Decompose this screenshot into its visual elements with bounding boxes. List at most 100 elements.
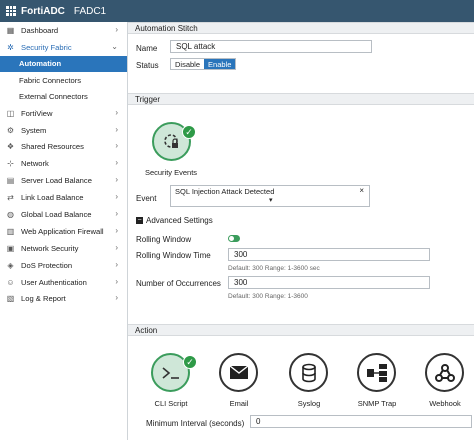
syslog-label: Syslog [297,399,321,408]
sidebar-subitem-external-connectors[interactable]: External Connectors [0,88,127,104]
sidebar-item-label: User Authentication [21,277,87,287]
min-interval-input[interactable]: 0 [250,415,472,428]
sidebar: ▦ Dashboard › ✲ Security Fabric ⌄ Automa… [0,22,128,440]
chevron-right-icon: › [115,209,118,219]
sidebar-item-label: Log & Report [21,294,66,304]
sidebar-item-label: Dashboard [21,25,59,35]
webhook-tile[interactable] [425,353,464,392]
sidebar-item-dashboard[interactable]: ▦ Dashboard › [0,22,127,39]
sidebar-item-system[interactable]: ⚙ System › [0,122,127,139]
snmp-trap-tile[interactable] [357,353,396,392]
advanced-settings-toggle[interactable]: − Advanced Settings [136,216,213,225]
sidebar-item-web-application-firewall[interactable]: ▥ Web Application Firewall › [0,223,127,240]
sidebar-item-label: FortiView [21,108,53,118]
email-tile[interactable] [219,353,258,392]
syslog-tile[interactable] [289,353,328,392]
chevron-right-icon: › [115,141,118,151]
sidebar-item-label: Security Fabric [21,42,72,52]
rolling-window-label: Rolling Window [136,235,192,244]
security-fabric-icon: ✲ [7,42,14,52]
network-icon: ⊹ [7,159,14,169]
email-label: Email [229,399,249,408]
server-load-balance-icon: ▤ [6,176,15,186]
close-icon[interactable]: × [359,186,364,195]
occurrences-input[interactable]: 300 [228,276,430,289]
chevron-right-icon: › [115,259,118,269]
name-label: Name [136,44,158,53]
chevron-right-icon: › [115,276,118,286]
collapse-icon: − [136,217,143,224]
event-select[interactable]: SQL Injection Attack Detected × ▾ [170,185,370,207]
sidebar-item-label: Server Load Balance [21,176,92,186]
device-name: FADC1 [73,5,107,17]
firewall-icon: ▥ [6,226,15,236]
sidebar-item-shared-resources[interactable]: ❖ Shared Resources › [0,138,127,155]
status-label: Status [136,61,159,70]
sidebar-item-security-fabric[interactable]: ✲ Security Fabric ⌄ [0,39,127,56]
rolling-window-time-input[interactable]: 300 [228,248,430,261]
chevron-right-icon: › [115,25,118,34]
event-label: Event [136,194,157,203]
advanced-settings-label: Advanced Settings [146,216,213,225]
user-icon: ☺ [6,277,15,287]
syslog-icon [301,363,316,382]
dashboard-icon: ▦ [6,25,15,35]
section-header-action: Action [128,324,474,336]
fortinet-logo-icon [6,6,16,16]
main-panel: Automation Stitch Name SQL attack Status… [128,22,474,440]
snmp-trap-label: SNMP Trap [357,399,397,408]
sidebar-item-label: System [21,125,47,135]
sidebar-item-server-load-balance[interactable]: ▤ Server Load Balance › [0,172,127,189]
rolling-window-time-label: Rolling Window Time [136,251,211,260]
sidebar-item-label: DoS Protection [21,260,73,270]
status-enable-option[interactable]: Enable [204,59,236,69]
webhook-icon [434,363,455,382]
sidebar-item-log-report[interactable]: ▧ Log & Report › [0,290,127,307]
sidebar-item-label: Web Application Firewall [21,226,104,236]
name-input[interactable]: SQL attack [170,40,372,53]
sidebar-item-link-load-balance[interactable]: ⇄ Link Load Balance › [0,189,127,206]
email-icon [229,365,248,379]
chevron-right-icon: › [115,242,118,252]
fortiview-icon: ◫ [6,108,15,118]
snmp-trap-icon [366,363,387,382]
link-load-balance-icon: ⇄ [7,193,14,203]
sidebar-item-label: Network [21,159,49,169]
globe-icon: ◍ [7,209,14,219]
chevron-right-icon: › [115,293,118,303]
sidebar-item-dos-protection[interactable]: ◈ DoS Protection › [0,257,127,274]
log-icon: ▧ [6,294,15,304]
sidebar-item-label: Global Load Balance [21,209,92,219]
chevron-right-icon: › [115,192,118,202]
shield-icon: ◈ [7,260,14,270]
chevron-right-icon: › [115,175,118,185]
sidebar-item-network-security[interactable]: ▣ Network Security › [0,240,127,257]
sidebar-item-global-load-balance[interactable]: ◍ Global Load Balance › [0,206,127,223]
sidebar-item-user-authentication[interactable]: ☺ User Authentication › [0,274,127,291]
rolling-window-switch[interactable] [228,235,240,242]
chevron-right-icon: › [115,158,118,168]
event-value: SQL Injection Attack Detected [175,187,275,196]
gear-icon: ⚙ [6,125,15,135]
status-toggle[interactable]: Disable Enable [170,58,237,70]
webhook-label: Webhook [429,399,461,408]
sidebar-item-fortiview[interactable]: ◫ FortiView › [0,105,127,122]
chevron-right-icon: › [115,107,118,117]
lock-icon: ▣ [6,243,15,253]
chevron-right-icon: › [115,124,118,134]
sidebar-item-network[interactable]: ⊹ Network › [0,155,127,172]
sidebar-subitem-fabric-connectors[interactable]: Fabric Connectors [0,72,127,88]
occurrences-label: Number of Occurrences [136,279,221,288]
shared-resources-icon: ❖ [6,142,15,152]
min-interval-label: Minimum Interval (seconds) [146,419,245,428]
sidebar-subitem-automation[interactable]: Automation [0,55,127,73]
occurrences-hint: Default: 300 Range: 1-3600 [228,293,308,300]
top-bar: FortiADC FADC1 [0,0,474,22]
product-name: FortiADC [21,5,65,17]
sidebar-item-label: Link Load Balance [21,193,84,203]
sidebar-item-label: Shared Resources [21,142,84,152]
sidebar-item-label: Network Security [21,243,79,253]
rolling-window-time-hint: Default: 300 Range: 1-3600 sec [228,265,320,272]
status-disable-option[interactable]: Disable [171,59,204,69]
security-events-icon [163,133,178,148]
